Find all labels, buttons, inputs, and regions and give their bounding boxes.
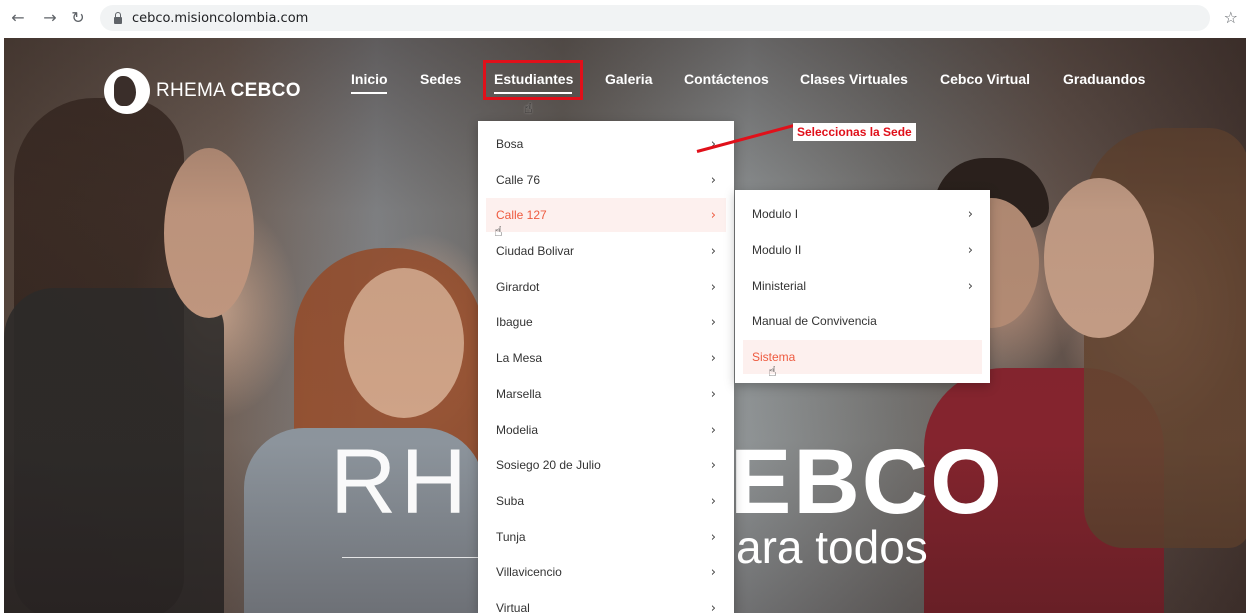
dropdown-item-calle-76[interactable]: Calle 76 ›: [486, 163, 726, 197]
nav-inicio-underline: [351, 92, 387, 94]
dropdown-item-ciudad-bolivar[interactable]: Ciudad Bolivar ›: [486, 234, 726, 268]
dropdown-item-modelia[interactable]: Modelia ›: [486, 413, 726, 447]
browser-toolbar: ← → ↻ cebco.misioncolombia.com ☆: [0, 0, 1246, 36]
dropdown-item-virtual[interactable]: Virtual ›: [486, 591, 726, 613]
chevron-right-icon: ›: [710, 457, 716, 473]
chevron-right-icon: ›: [710, 564, 716, 580]
nav-contactenos[interactable]: Contáctenos: [684, 71, 769, 87]
chevron-right-icon: ›: [967, 242, 973, 258]
chevron-right-icon: ›: [967, 206, 973, 222]
estudiantes-dropdown: Bosa › Calle 76 › Calle 127 › Ciudad Boliva…: [478, 121, 734, 613]
dropdown-item-suba[interactable]: Suba ›: [486, 484, 726, 518]
dropdown-item-bosa[interactable]: Bosa ›: [486, 127, 726, 161]
hero-subtitle: ara todos: [736, 521, 928, 573]
dropdown-item-la-mesa[interactable]: La Mesa ›: [486, 341, 726, 375]
chevron-right-icon: ›: [710, 314, 716, 330]
dropdown-item-sosiego[interactable]: Sosiego 20 de Julio ›: [486, 448, 726, 482]
chevron-right-icon: ›: [710, 386, 716, 402]
annotation-label: Seleccionas la Sede: [793, 123, 916, 141]
submenu-item-modulo-1[interactable]: Modulo I ›: [743, 197, 982, 231]
logo-text-light: RHEMA: [156, 80, 231, 101]
dropdown-item-marsella[interactable]: Marsella ›: [486, 377, 726, 411]
dropdown-item-calle-127[interactable]: Calle 127 ›: [486, 198, 726, 232]
hero-divider: [342, 557, 478, 558]
hand-pointer-icon: ☝: [494, 224, 503, 240]
dropdown-item-villavicencio[interactable]: Villavicencio ›: [486, 555, 726, 589]
nav-graduandos[interactable]: Graduandos: [1063, 71, 1145, 87]
nav-clases-virtuales[interactable]: Clases Virtuales: [800, 71, 908, 87]
chevron-right-icon: ›: [710, 529, 716, 545]
chevron-right-icon: ›: [710, 600, 716, 613]
nav-inicio[interactable]: Inicio: [351, 71, 388, 87]
hand-pointer-icon: ☝: [768, 364, 777, 380]
nav-sedes[interactable]: Sedes: [420, 71, 461, 87]
chevron-right-icon: ›: [710, 207, 716, 223]
submenu-item-ministerial[interactable]: Ministerial ›: [743, 269, 982, 303]
chevron-right-icon: ›: [710, 350, 716, 366]
dropdown-item-ibague[interactable]: Ibague ›: [486, 305, 726, 339]
calle-127-submenu: Modulo I › Modulo II › Ministerial › Manual…: [735, 190, 990, 383]
chevron-right-icon: ›: [710, 243, 716, 259]
chevron-right-icon: ›: [710, 279, 716, 295]
submenu-item-manual[interactable]: Manual de Convivencia: [743, 304, 982, 338]
submenu-item-modulo-2[interactable]: Modulo II ›: [743, 233, 982, 267]
bookmark-star-icon[interactable]: ☆: [1224, 8, 1238, 27]
chevron-right-icon: ›: [710, 422, 716, 438]
reload-icon[interactable]: ↻: [68, 8, 88, 28]
back-arrow-icon[interactable]: ←: [8, 8, 28, 28]
hand-pointer-icon: ☝: [524, 101, 533, 117]
chevron-right-icon: ›: [710, 172, 716, 188]
url-text: cebco.misioncolombia.com: [132, 10, 309, 26]
annotation-highlight-box: [483, 60, 583, 100]
logo-text-bold: CEBCO: [230, 80, 301, 101]
address-bar[interactable]: cebco.misioncolombia.com: [100, 5, 1210, 31]
dropdown-item-girardot[interactable]: Girardot ›: [486, 270, 726, 304]
dropdown-item-tunja[interactable]: Tunja ›: [486, 520, 726, 554]
nav-galeria[interactable]: Galeria: [605, 71, 652, 87]
chevron-right-icon: ›: [710, 493, 716, 509]
forward-arrow-icon[interactable]: →: [40, 8, 60, 28]
chevron-right-icon: ›: [967, 278, 973, 294]
site-logo[interactable]: RHEMA CEBCO: [104, 68, 301, 114]
lock-icon: [112, 11, 124, 25]
nav-cebco-virtual[interactable]: Cebco Virtual: [940, 71, 1030, 87]
logo-icon: [104, 68, 150, 114]
